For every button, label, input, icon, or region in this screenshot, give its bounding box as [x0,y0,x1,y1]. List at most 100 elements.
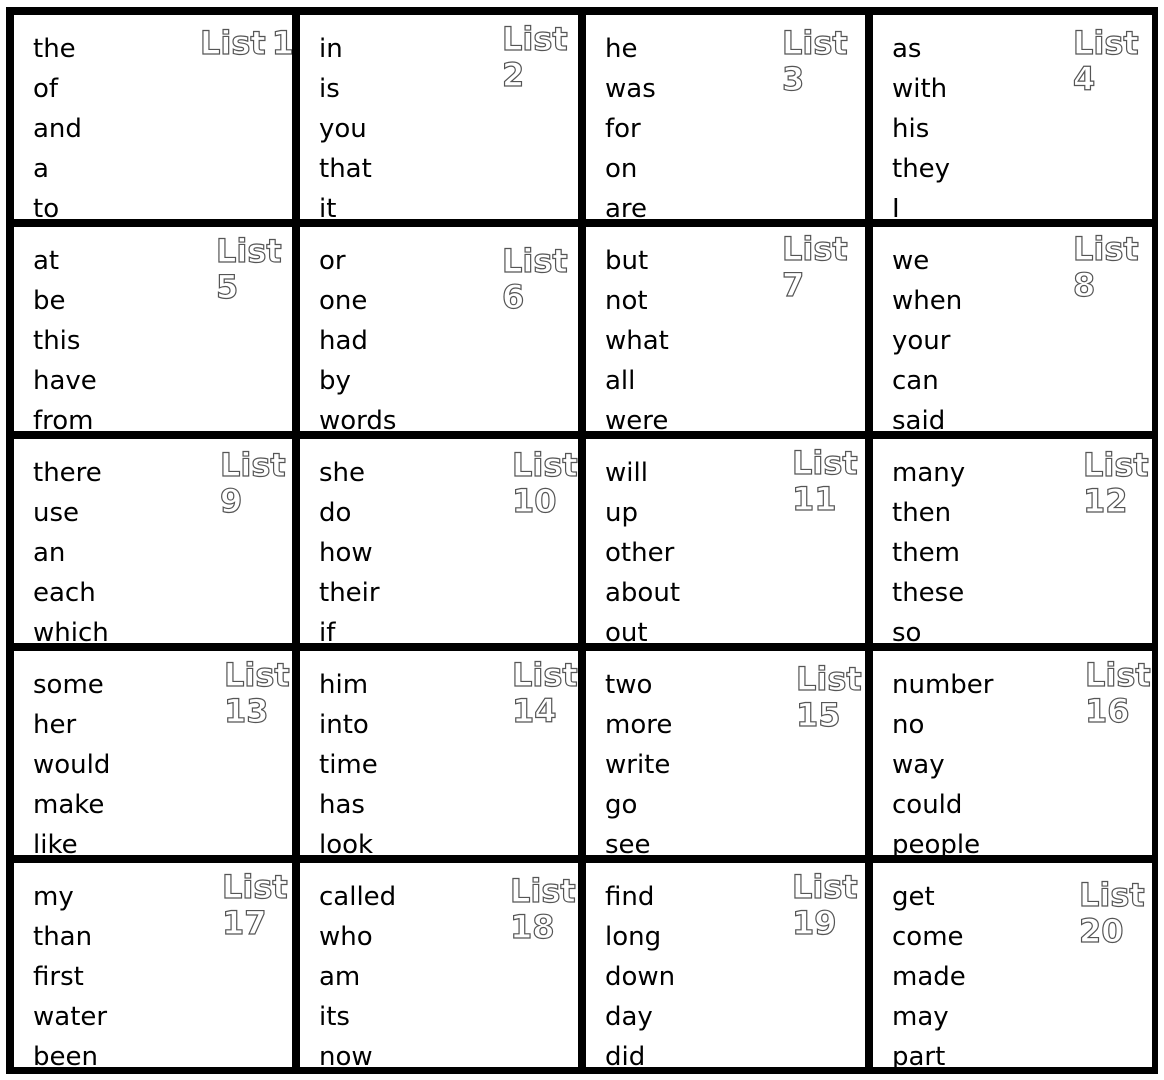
list-label-text: List [215,232,282,270]
word-list: my than first water been [33,877,107,1067]
sight-word: write [605,750,671,780]
list-label-text: List [1084,656,1151,694]
list-label: List 11 [791,444,858,517]
list-label: List 8 [1072,230,1139,303]
sight-word: was [605,74,656,104]
list-label-text: List [781,230,848,268]
sight-word: than [33,922,93,952]
sight-word: to [33,194,60,219]
word-list: or one had by words [319,241,396,431]
sight-word: your [892,326,951,356]
sight-word: can [892,366,939,396]
word-list-card: he was for on are List 3 [586,15,865,219]
sight-word: if [319,618,336,643]
list-label-text: List [221,868,288,906]
sight-word: his [892,114,930,144]
sight-word: two [605,670,653,700]
list-number: 14 [511,692,557,730]
sight-word: number [892,670,994,700]
list-label-text: List [219,446,286,484]
sight-word: more [605,710,673,740]
sight-word: about [605,578,681,608]
word-list: the of and a to [33,29,82,219]
sight-word: look [319,830,374,855]
sight-word: come [892,922,964,952]
word-list: number no way could people [892,665,993,855]
sight-word: no [892,710,925,740]
sight-word: had [319,326,368,356]
sight-word: for [605,114,641,144]
sight-word: called [319,882,397,912]
sight-word: by [319,366,351,396]
word-list: him into time has look [319,665,378,855]
word-list-card: there use an each which List 9 [14,439,292,643]
sight-word: but [605,246,649,276]
sight-word: and [33,114,82,144]
list-number: 3 [781,60,805,98]
sight-word: him [319,670,369,700]
sight-word: one [319,286,368,316]
list-label: List 19 [791,868,858,942]
sight-word: am [319,962,361,992]
sight-word: its [319,1002,350,1032]
sight-word: be [33,286,66,316]
sight-word: out [605,618,648,643]
sight-word: what [605,326,669,356]
list-number: 18 [509,908,555,946]
sight-word: day [605,1002,653,1032]
sight-word: it [319,194,337,219]
sight-word: do [319,498,352,528]
sight-word: way [892,750,945,780]
sight-word: when [892,286,963,316]
sight-word: would [33,750,111,780]
sight-word: these [892,578,965,608]
list-label: List 6 [501,242,568,316]
list-number: 10 [511,482,557,520]
list-number: 19 [791,904,837,942]
word-list: called who am its now [319,877,396,1067]
word-list-card: my than first water been List 17 [14,863,292,1067]
list-label-text: List [1082,446,1149,484]
sight-word: part [892,1042,946,1067]
list-number: 5 [215,268,239,306]
sight-word: from [33,406,94,431]
list-label-text: List [781,24,848,62]
sight-word: not [605,286,648,316]
word-list-card: the of and a to List 1 [14,15,292,219]
list-label: List 4 [1072,24,1139,97]
list-number: 7 [781,266,805,304]
list-number: 15 [795,696,841,734]
list-label: List 10 [511,446,578,520]
sight-word: long [605,922,662,952]
sight-word: how [319,538,373,568]
list-label: List 17 [221,868,288,942]
sight-word: she [319,458,366,488]
word-list: he was for on are [605,29,656,219]
sight-word: with [892,74,948,104]
word-list: some her would make like [33,665,110,855]
sight-word: use [33,498,80,528]
sight-word: time [319,750,378,780]
sight-word: has [319,790,365,820]
sight-word: go [605,790,638,820]
word-list: will up other about out [605,453,680,643]
sight-word: have [33,366,97,396]
word-list-card: as with his they I List 4 [873,15,1152,219]
word-list: as with his they I [892,29,950,219]
sight-word: my [33,882,74,912]
list-number: 20 [1078,912,1124,950]
sight-word: are [605,194,648,219]
sight-word: make [33,790,105,820]
sight-word: like [33,830,78,855]
word-list: get come made may part [892,877,966,1067]
sight-word: find [605,882,655,912]
list-label: List 15 [795,660,862,734]
list-number: 6 [501,278,525,316]
sight-word: into [319,710,369,740]
list-number: 17 [221,904,267,942]
sight-word: I [892,194,900,219]
list-label-text: List [795,660,862,698]
word-list-card: him into time has look List 14 [300,651,578,855]
list-number: 13 [223,692,269,730]
sight-word: their [319,578,380,608]
